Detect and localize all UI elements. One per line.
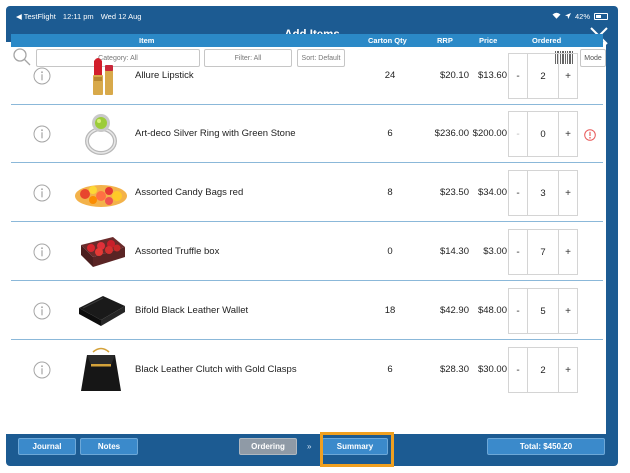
quantity-stepper: - 0 + [508, 111, 578, 157]
table-row: Assorted Truffle box 0 $14.30 $3.00 - 7 … [11, 223, 603, 281]
quantity-stepper: - 3 + [508, 170, 578, 216]
table-header: Item Carton Qty RRP Price Ordered [11, 34, 603, 47]
quantity-stepper: - 5 + [508, 288, 578, 334]
wifi-icon [552, 12, 561, 21]
item-name: Allure Lipstick [135, 70, 194, 81]
item-carton-qty: 8 [387, 187, 393, 198]
item-carton-qty: 18 [384, 305, 396, 316]
item-rrp: $20.10 [439, 70, 469, 81]
item-price: $3.00 [483, 246, 507, 257]
item-price: $34.00 [477, 187, 507, 198]
decrement-button[interactable]: - [509, 112, 527, 156]
status-date: Wed 12 Aug [100, 11, 142, 21]
quantity-stepper: - 2 + [508, 347, 578, 393]
item-price: $200.00 [472, 128, 507, 139]
column-rrp: RRP [437, 36, 453, 45]
ordered-qty[interactable]: 2 [527, 348, 559, 392]
decrement-button[interactable]: - [509, 54, 527, 98]
item-rrp: $14.30 [439, 246, 469, 257]
decrement-button[interactable]: - [509, 289, 527, 333]
status-time: 12:11 pm [62, 11, 94, 21]
ordered-qty[interactable]: 3 [527, 171, 559, 215]
item-carton-qty: 6 [387, 128, 393, 139]
candy-image [73, 170, 129, 216]
table-row: Black Leather Clutch with Gold Clasps 6 … [11, 341, 603, 399]
table-row: Bifold Black Leather Wallet 18 $42.90 $4… [11, 282, 603, 340]
increment-button[interactable]: + [559, 348, 577, 392]
decrement-button[interactable]: - [509, 230, 527, 274]
column-ordered: Ordered [532, 36, 562, 45]
truffle-box-image [73, 229, 129, 275]
ordered-qty[interactable]: 2 [527, 54, 559, 98]
item-carton-qty: 6 [387, 364, 393, 375]
warning-icon[interactable] [584, 128, 596, 141]
item-name: Assorted Truffle box [135, 246, 220, 257]
ring-image [73, 111, 129, 157]
ordered-qty[interactable]: 5 [527, 289, 559, 333]
ordered-qty[interactable]: 0 [527, 112, 559, 156]
item-name: Black Leather Clutch with Gold Clasps [135, 364, 297, 375]
item-rrp: $23.50 [439, 187, 469, 198]
decrement-button[interactable]: - [509, 348, 527, 392]
item-carton-qty: 0 [387, 246, 393, 257]
back-to-testflight[interactable]: ◀ TestFlight [16, 12, 56, 21]
wallet-image [73, 288, 129, 334]
item-price: $30.00 [477, 364, 507, 375]
column-item: Item [139, 36, 155, 45]
item-name: Bifold Black Leather Wallet [135, 305, 249, 316]
info-icon[interactable] [33, 67, 51, 85]
increment-button[interactable]: + [559, 112, 577, 156]
info-icon[interactable] [33, 184, 51, 202]
item-rrp: $42.90 [439, 305, 469, 316]
item-carton-qty: 24 [384, 70, 396, 81]
ordering-button[interactable]: Ordering [239, 438, 297, 455]
notes-button[interactable]: Notes [80, 438, 138, 455]
info-icon[interactable] [33, 302, 51, 320]
info-icon[interactable] [33, 125, 51, 143]
location-icon [564, 12, 571, 21]
item-rrp: $236.00 [434, 128, 469, 139]
info-icon[interactable] [33, 361, 51, 379]
battery-icon [594, 12, 608, 20]
item-price: $13.60 [477, 70, 507, 81]
item-rrp: $28.30 [439, 364, 469, 375]
summary-highlight [320, 432, 394, 467]
ordered-qty[interactable]: 7 [527, 230, 559, 274]
increment-button[interactable]: + [559, 289, 577, 333]
bottom-toolbar: Journal Notes Ordering » Summary Total: … [6, 434, 606, 460]
increment-button[interactable]: + [559, 171, 577, 215]
column-carton-qty: Carton Qty [368, 36, 407, 45]
battery-percent: 42% [574, 11, 590, 21]
status-bar: ◀ TestFlight 12:11 pm Wed 12 Aug 42% [6, 6, 618, 26]
clutch-image [73, 347, 129, 393]
increment-button[interactable]: + [559, 54, 577, 98]
item-name: Assorted Candy Bags red [135, 187, 244, 198]
decrement-button[interactable]: - [509, 171, 527, 215]
item-name: Art-deco Silver Ring with Green Stone [135, 128, 296, 139]
order-total: Total: $450.20 [487, 438, 605, 455]
increment-button[interactable]: + [559, 230, 577, 274]
table-row: Allure Lipstick 24 $20.10 $13.60 - 2 + [11, 47, 603, 105]
chevron-right-icon: » [307, 442, 312, 451]
column-price: Price [479, 36, 498, 45]
journal-button[interactable]: Journal [18, 438, 76, 455]
table-row: Art-deco Silver Ring with Green Stone 6 … [11, 105, 603, 163]
info-icon[interactable] [33, 243, 51, 261]
lipstick-image [73, 53, 129, 99]
item-price: $48.00 [477, 305, 507, 316]
table-row: Assorted Candy Bags red 8 $23.50 $34.00 … [11, 164, 603, 222]
quantity-stepper: - 7 + [508, 229, 578, 275]
quantity-stepper: - 2 + [508, 53, 578, 99]
